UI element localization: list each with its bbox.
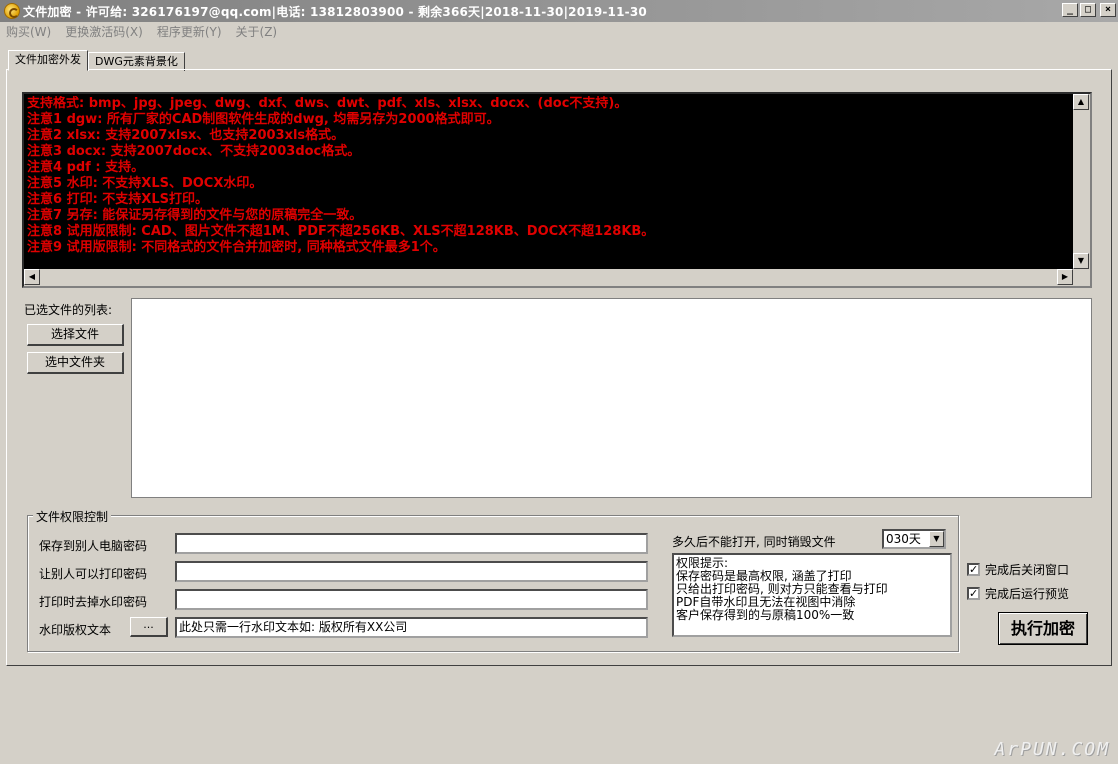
- print-password-input[interactable]: [175, 561, 648, 582]
- checkmark-icon: ✓: [969, 563, 979, 576]
- menu-item-update[interactable]: 程序更新(Y): [157, 23, 222, 40]
- remove-watermark-label: 打印时去掉水印密码: [39, 595, 148, 609]
- note-line: 注意4 pdf : 支持。: [27, 160, 145, 175]
- horizontal-scrollbar[interactable]: ◀ ▶: [24, 269, 1073, 286]
- note-line: 注意2 xlsx: 支持2007xlsx、也支持2003xls格式。: [27, 128, 345, 143]
- note-line: 注意6 打印: 不支持XLS打印。: [27, 192, 208, 207]
- minimize-button[interactable]: _: [1062, 3, 1078, 17]
- note-line: 注意9 试用版限制: 不同格式的文件合并加密时, 同种格式文件最多1个。: [27, 240, 446, 255]
- save-password-label: 保存到别人电脑密码: [39, 539, 148, 553]
- file-list-label: 已选文件的列表:: [24, 303, 113, 317]
- print-password-label: 让别人可以打印密码: [39, 567, 148, 581]
- remove-watermark-password-input[interactable]: [175, 589, 648, 610]
- execute-encrypt-button[interactable]: 执行加密: [998, 612, 1088, 645]
- site-watermark-logo: ArPUN.COM: [994, 739, 1110, 760]
- tab-file-encrypt[interactable]: 文件加密外发: [8, 50, 88, 71]
- note-line: 注意3 docx: 支持2007docx、不支持2003doc格式。: [27, 144, 361, 159]
- note-line: 注意8 试用版限制: CAD、图片文件不超1M、PDF不超256KB、XLS不超…: [27, 224, 655, 239]
- selected-files-list[interactable]: [131, 298, 1092, 498]
- notes-textarea[interactable]: 支持格式: bmp、jpg、jpeg、dwg、dxf、dws、dwt、pdf、x…: [22, 92, 1092, 288]
- menu-item-buy[interactable]: 购买(W): [6, 23, 51, 40]
- preview-after-checkbox[interactable]: ✓: [967, 587, 980, 600]
- expire-label: 多久后不能打开, 同时销毁文件: [672, 535, 836, 549]
- note-line: 注意1 dgw: 所有厂家的CAD制图软件生成的dwg, 均需另存为2000格式…: [27, 112, 500, 127]
- close-after-checkbox[interactable]: ✓: [967, 563, 980, 576]
- expire-days-value: 030天: [886, 532, 921, 546]
- menu-item-about[interactable]: 关于(Z): [236, 23, 278, 40]
- select-folder-button[interactable]: 选中文件夹: [27, 352, 124, 374]
- notes-content: 支持格式: bmp、jpg、jpeg、dwg、dxf、dws、dwt、pdf、x…: [27, 96, 1072, 268]
- maximize-button[interactable]: □: [1080, 3, 1096, 17]
- watermark-browse-button[interactable]: ...: [130, 617, 168, 637]
- note-line: 支持格式: bmp、jpg、jpeg、dwg、dxf、dws、dwt、pdf、x…: [27, 96, 628, 111]
- hint-line: 客户保存得到的与原稿100%一致: [676, 608, 855, 622]
- window-title: 文件加密 - 许可给: 326176197@qq.com|电话: 1381280…: [23, 4, 647, 19]
- scroll-up-icon[interactable]: ▲: [1073, 94, 1089, 110]
- scroll-left-icon[interactable]: ◀: [24, 269, 40, 285]
- watermark-text-input[interactable]: 此处只需一行水印文本如: 版权所有XX公司: [175, 617, 648, 638]
- save-password-input[interactable]: [175, 533, 648, 554]
- menu-bar: 购买(W) 更换激活码(X) 程序更新(Y) 关于(Z): [0, 22, 1118, 40]
- permissions-group-title: 文件权限控制: [33, 508, 112, 525]
- scroll-right-icon[interactable]: ▶: [1057, 269, 1073, 285]
- close-button[interactable]: ×: [1100, 3, 1116, 17]
- vertical-scrollbar[interactable]: ▲ ▼: [1073, 94, 1090, 269]
- app-lock-icon: [4, 3, 20, 19]
- note-line: 注意7 另存: 能保证另存得到的文件与您的原稿完全一致。: [27, 208, 363, 223]
- watermark-text-label: 水印版权文本: [39, 623, 112, 637]
- window-controls: _ □ ×: [1062, 3, 1116, 17]
- permissions-hint-box[interactable]: 权限提示: 保存密码是最高权限, 涵盖了打印 只给出打印密码, 则对方只能查看与…: [672, 553, 952, 637]
- title-bar: 文件加密 - 许可给: 326176197@qq.com|电话: 1381280…: [0, 0, 1118, 22]
- scroll-down-icon[interactable]: ▼: [1073, 253, 1089, 269]
- close-after-label: 完成后关闭窗口: [985, 563, 1070, 577]
- expire-days-select[interactable]: 030天 ▼: [882, 529, 946, 549]
- note-line: 注意5 水印: 不支持XLS、DOCX水印。: [27, 176, 263, 191]
- tab-strip: 文件加密外发 DWG元素背景化: [8, 50, 185, 71]
- menu-item-change-activation[interactable]: 更换激活码(X): [65, 23, 143, 40]
- select-file-button[interactable]: 选择文件: [27, 324, 124, 346]
- preview-after-label: 完成后运行预览: [985, 587, 1070, 601]
- chevron-down-icon[interactable]: ▼: [929, 531, 944, 547]
- scroll-corner: [1073, 269, 1090, 286]
- checkmark-icon: ✓: [969, 587, 979, 600]
